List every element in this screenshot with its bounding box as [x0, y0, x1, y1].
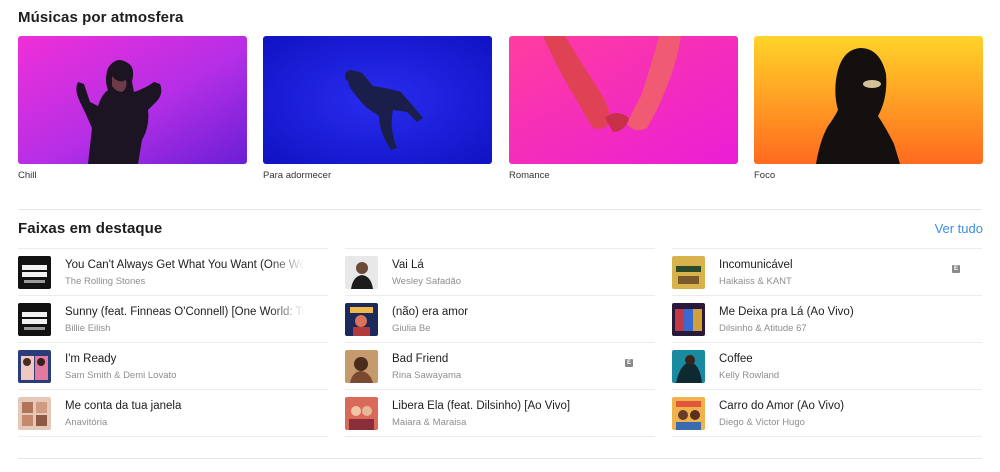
see-all-link[interactable]: Ver tudo: [935, 221, 983, 236]
track-title: Me conta da tua janela: [65, 400, 182, 412]
track-row[interactable]: Libera Ela (feat. Dilsinho) [Ao Vivo] Ma…: [345, 390, 655, 437]
track-row[interactable]: Bad Friend Rina Sawayama E: [345, 343, 655, 390]
track-title: Sunny (feat. Finneas O'Connell) [One Wor…: [65, 306, 305, 318]
track-row[interactable]: Carro do Amor (Ao Vivo) Diego & Victor H…: [672, 390, 982, 437]
track-title: Me Deixa pra Lá (Ao Vivo): [719, 306, 854, 318]
tracks-column-1: You Can't Always Get What You Want (One …: [18, 248, 328, 437]
track-row[interactable]: I'm Ready Sam Smith & Demi Lovato: [18, 343, 328, 390]
track-artwork: [18, 256, 51, 289]
mood-artwork-romance: [509, 36, 738, 164]
track-row[interactable]: (não) era amor Giulia Be: [345, 296, 655, 343]
track-artwork: [345, 256, 378, 289]
track-artwork: [672, 350, 705, 383]
mood-card-label: Romance: [509, 170, 550, 181]
track-title: Incomunicável: [719, 259, 793, 271]
track-row[interactable]: Vai Lá Wesley Safadão: [345, 249, 655, 296]
track-row[interactable]: You Can't Always Get What You Want (One …: [18, 249, 328, 296]
track-artwork: [18, 303, 51, 336]
tracks-column-2: Vai Lá Wesley Safadão (não) era amor Giu…: [345, 248, 655, 437]
track-title: I'm Ready: [65, 353, 117, 365]
explicit-icon: E: [952, 265, 960, 273]
track-artwork: [345, 397, 378, 430]
bottom-divider: [18, 458, 982, 459]
track-artwork: [672, 256, 705, 289]
track-artist[interactable]: Wesley Safadão: [392, 276, 632, 287]
track-row[interactable]: Me Deixa pra Lá (Ao Vivo) Dilsinho & Ati…: [672, 296, 982, 343]
mood-card-label: Para adormecer: [263, 170, 332, 181]
mood-card-sleep[interactable]: Para adormecer: [263, 36, 492, 181]
mood-card-label: Chill: [18, 170, 37, 181]
track-artwork: [18, 397, 51, 430]
track-row[interactable]: Incomunicável Haikaiss & KANT E: [672, 249, 982, 296]
moods-section-title: Músicas por atmosfera: [18, 9, 184, 26]
featured-section-title: Faixas em destaque: [18, 220, 163, 237]
track-artwork: [345, 350, 378, 383]
track-artist[interactable]: Giulia Be: [392, 323, 632, 334]
track-title: Carro do Amor (Ao Vivo): [719, 400, 845, 412]
track-artist[interactable]: Haikaiss & KANT: [719, 276, 959, 287]
mood-card-focus[interactable]: Foco: [754, 36, 983, 181]
mood-artwork-sleep: [263, 36, 492, 164]
track-artist[interactable]: The Rolling Stones: [65, 276, 305, 287]
track-artwork: [18, 350, 51, 383]
music-browse-page: Músicas por atmosfera Chill Para adormec…: [0, 0, 1000, 472]
track-artwork: [345, 303, 378, 336]
track-row[interactable]: Coffee Kelly Rowland: [672, 343, 982, 390]
mood-card-label: Foco: [754, 170, 776, 181]
track-row[interactable]: Sunny (feat. Finneas O'Connell) [One Wor…: [18, 296, 328, 343]
explicit-icon: E: [625, 359, 633, 367]
tracks-column-3: Incomunicável Haikaiss & KANT E Me Deixa…: [672, 248, 982, 437]
mood-artwork-focus: [754, 36, 983, 164]
track-artist[interactable]: Kelly Rowland: [719, 370, 959, 381]
track-artwork: [672, 303, 705, 336]
track-title: Libera Ela (feat. Dilsinho) [Ao Vivo]: [392, 400, 571, 412]
track-artist[interactable]: Rina Sawayama: [392, 370, 632, 381]
track-artist[interactable]: Sam Smith & Demi Lovato: [65, 370, 305, 381]
track-row[interactable]: Me conta da tua janela Anavitória: [18, 390, 328, 437]
track-artist[interactable]: Diego & Victor Hugo: [719, 417, 959, 428]
track-title: Bad Friend: [392, 353, 449, 365]
mood-card-romance[interactable]: Romance: [509, 36, 738, 181]
track-artist[interactable]: Anavitória: [65, 417, 305, 428]
track-title: (não) era amor: [392, 306, 469, 318]
mood-card-chill[interactable]: Chill: [18, 36, 247, 181]
track-title: You Can't Always Get What You Want (One …: [65, 259, 305, 271]
track-title: Vai Lá: [392, 259, 424, 271]
track-artist[interactable]: Maiara & Maraisa: [392, 417, 632, 428]
track-artist[interactable]: Billie Eilish: [65, 323, 305, 334]
section-divider: [18, 209, 982, 210]
track-artist[interactable]: Dilsinho & Atitude 67: [719, 323, 959, 334]
track-artwork: [672, 397, 705, 430]
track-title: Coffee: [719, 353, 753, 365]
mood-artwork-chill: [18, 36, 247, 164]
